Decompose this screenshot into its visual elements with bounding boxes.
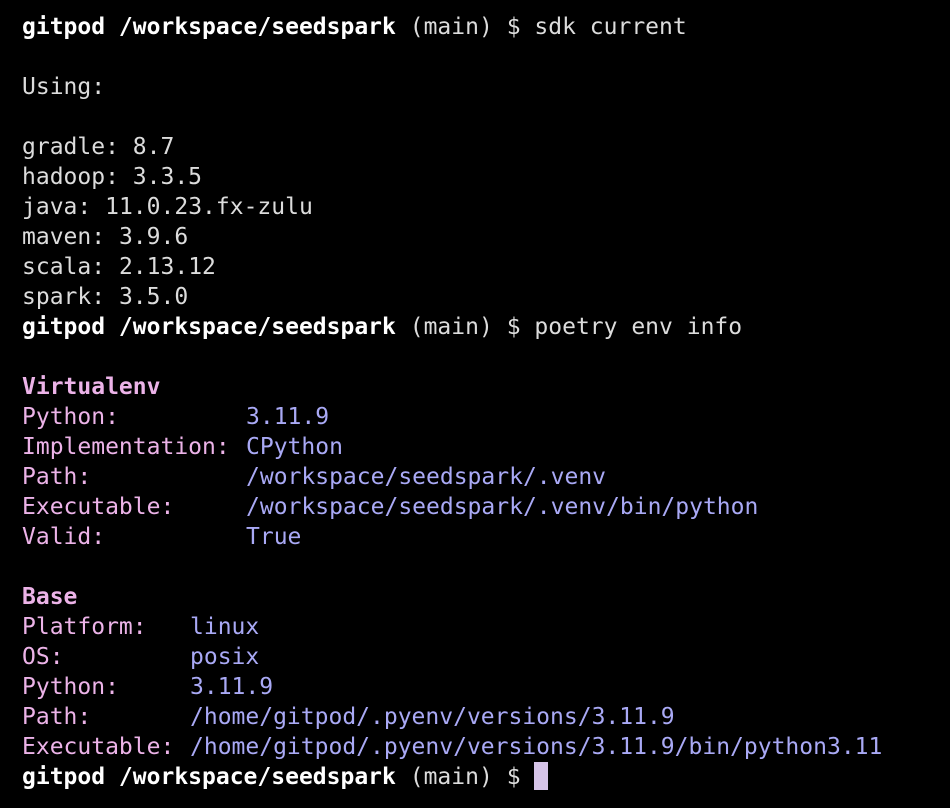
prompt-symbol: $ (506, 764, 521, 790)
env-key: Python: (22, 674, 119, 700)
command-text: sdk current (534, 14, 687, 40)
env-key: Implementation: (22, 434, 230, 460)
sdk-using-label: Using: (22, 74, 106, 100)
env-value: CPython (246, 434, 343, 460)
sdk-name: maven: (22, 224, 106, 250)
prompt-branch: (main) (409, 314, 493, 340)
base-row: Executable: /home/gitpod/.pyenv/versions/… (22, 732, 950, 762)
prompt-line-2: gitpod /workspace/seedspark (main) $ poe… (22, 312, 950, 342)
base-row: Python: 3.11.9 (22, 672, 950, 702)
env-key: OS: (22, 644, 64, 670)
sdk-name: hadoop: (22, 164, 119, 190)
sdk-version: 2.13.12 (118, 254, 216, 280)
prompt-line-active[interactable]: gitpod /workspace/seedspark (main) $ (22, 761, 950, 792)
virtualenv-row: Implementation: CPython (22, 432, 950, 462)
sdk-version: 3.3.5 (132, 164, 203, 190)
sdk-name: gradle: (22, 134, 119, 160)
env-value: posix (190, 644, 260, 670)
text-cursor[interactable] (534, 761, 549, 790)
sdk-item: java: 11.0.23.fx-zulu (22, 192, 950, 222)
env-value: /home/gitpod/.pyenv/versions/3.11.9/bin/… (190, 734, 883, 760)
prompt-user-path: gitpod /workspace/seedspark (22, 314, 396, 340)
prompt-symbol: $ (506, 14, 521, 40)
sdk-item: maven: 3.9.6 (22, 222, 950, 252)
env-key: Executable: (22, 494, 175, 520)
env-value: /home/gitpod/.pyenv/versions/3.11.9 (190, 704, 675, 730)
sdk-name: spark: (22, 284, 106, 310)
env-value: linux (190, 614, 260, 640)
sdk-name: scala: (22, 254, 106, 280)
base-row: Path: /home/gitpod/.pyenv/versions/3.11.9 (22, 702, 950, 732)
sdk-version: 3.5.0 (118, 284, 189, 310)
env-value: 3.11.9 (190, 674, 274, 700)
virtualenv-heading: Virtualenv (22, 374, 161, 400)
prompt-user-path: gitpod /workspace/seedspark (22, 764, 396, 790)
terminal-window[interactable]: gitpod /workspace/seedspark (main) $ sdk… (0, 0, 950, 808)
env-key: Python: (22, 404, 119, 430)
env-key: Path: (22, 464, 92, 490)
env-value: /workspace/seedspark/.venv/bin/python (246, 494, 759, 520)
virtualenv-row: Python: 3.11.9 (22, 402, 950, 432)
prompt-branch: (main) (409, 14, 493, 40)
base-row: Platform: linux (22, 612, 950, 642)
base-heading: Base (22, 584, 78, 610)
sdk-item: hadoop: 3.3.5 (22, 162, 950, 192)
env-value: /workspace/seedspark/.venv (246, 464, 607, 490)
prompt-symbol: $ (506, 314, 521, 340)
sdk-version: 8.7 (132, 134, 175, 160)
sdk-item: spark: 3.5.0 (22, 282, 950, 312)
env-key: Valid: (22, 524, 106, 550)
prompt-branch: (main) (409, 764, 493, 790)
env-value: True (246, 524, 302, 550)
sdk-item: gradle: 8.7 (22, 132, 950, 162)
sdk-name: java: (22, 194, 92, 220)
sdk-version: 11.0.23.fx-zulu (105, 194, 313, 220)
env-key: Executable: (22, 734, 175, 760)
prompt-line-1: gitpod /workspace/seedspark (main) $ sdk… (22, 12, 950, 42)
env-value: 3.11.9 (246, 404, 330, 430)
sdk-version: 3.9.6 (118, 224, 189, 250)
virtualenv-row: Executable: /workspace/seedspark/.venv/bi… (22, 492, 950, 522)
env-key: Path: (22, 704, 92, 730)
base-row: OS: posix (22, 642, 950, 672)
command-text: poetry env info (534, 314, 743, 340)
virtualenv-row: Valid: True (22, 522, 950, 552)
env-key: Platform: (22, 614, 147, 640)
virtualenv-row: Path: /workspace/seedspark/.venv (22, 462, 950, 492)
prompt-user-path: gitpod /workspace/seedspark (22, 14, 396, 40)
sdk-item: scala: 2.13.12 (22, 252, 950, 282)
